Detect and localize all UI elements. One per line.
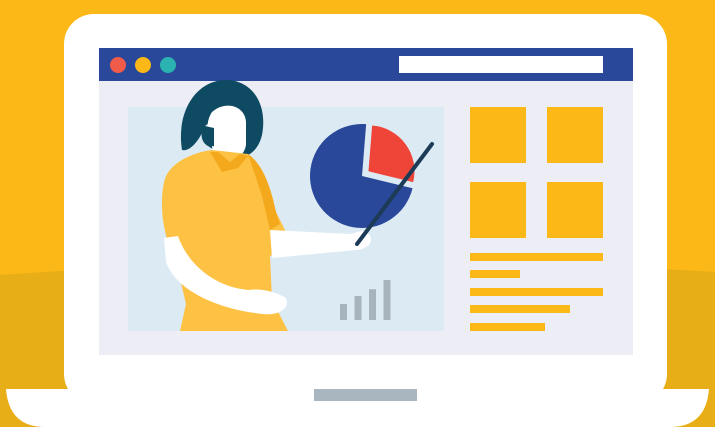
mini-bar (383, 280, 391, 320)
mini-bar (354, 296, 362, 320)
window-close-dot[interactable] (110, 57, 126, 73)
text-line (470, 323, 545, 331)
content-tile[interactable] (547, 182, 603, 238)
presentation-scene (0, 0, 715, 427)
text-line (470, 253, 603, 261)
window-minimize-dot[interactable] (135, 57, 151, 73)
text-line (470, 305, 570, 313)
content-tile[interactable] (470, 107, 526, 163)
mini-bar (369, 289, 376, 320)
content-tile[interactable] (547, 107, 603, 163)
text-line (470, 288, 603, 296)
laptop-hinge (314, 389, 417, 401)
address-bar[interactable] (399, 56, 603, 73)
mini-bar (340, 304, 347, 320)
window-maximize-dot[interactable] (160, 57, 176, 73)
text-line (470, 270, 520, 278)
content-tile[interactable] (470, 182, 526, 238)
